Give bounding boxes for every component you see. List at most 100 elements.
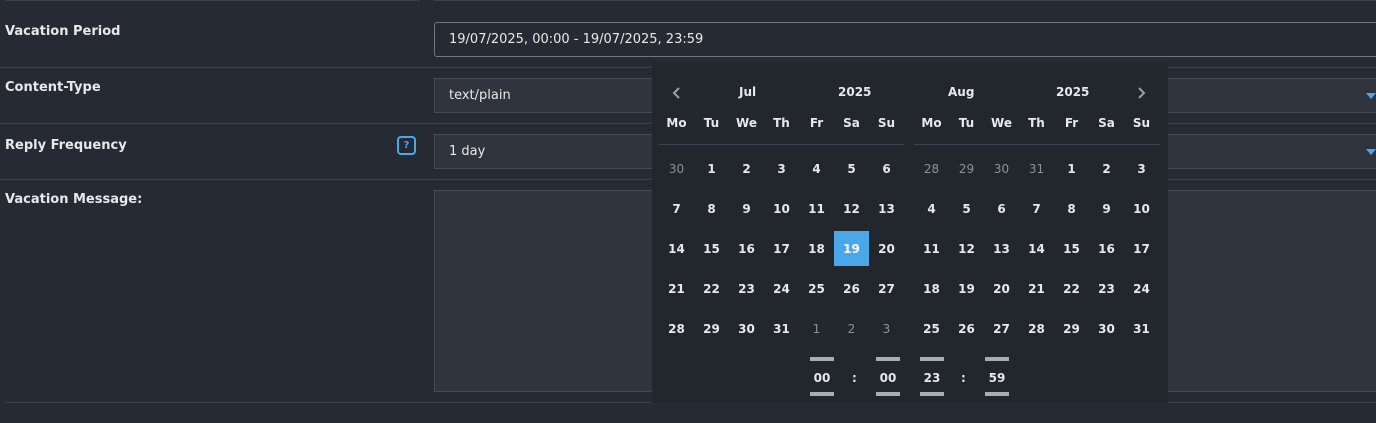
- calendar-day[interactable]: 21: [659, 271, 694, 306]
- calendar-day[interactable]: 16: [1089, 231, 1124, 266]
- calendar-day[interactable]: 29: [949, 151, 984, 186]
- calendar-day[interactable]: 11: [914, 231, 949, 266]
- decrement-handle[interactable]: [985, 392, 1009, 396]
- calendar-day[interactable]: 9: [1089, 191, 1124, 226]
- calendar-day[interactable]: 14: [659, 231, 694, 266]
- divider: [434, 0, 1376, 1]
- calendar-day[interactable]: 20: [869, 231, 904, 266]
- end-hour-spinner[interactable]: 23: [920, 357, 944, 397]
- calendar-day[interactable]: 26: [834, 271, 869, 306]
- calendar-day[interactable]: 19: [834, 231, 869, 266]
- calendar-day[interactable]: 7: [1019, 191, 1054, 226]
- year-label: 2025: [1056, 85, 1090, 99]
- calendar-day[interactable]: 28: [914, 151, 949, 186]
- calendar-day[interactable]: 5: [834, 151, 869, 186]
- calendar-day[interactable]: 19: [949, 271, 984, 306]
- increment-handle[interactable]: [985, 357, 1009, 361]
- calendar-day[interactable]: 20: [984, 271, 1019, 306]
- calendar-day[interactable]: 8: [1054, 191, 1089, 226]
- prev-month-button[interactable]: [670, 85, 684, 99]
- calendar-day[interactable]: 25: [799, 271, 834, 306]
- calendar-day[interactable]: 27: [869, 271, 904, 306]
- calendar-day[interactable]: 11: [799, 191, 834, 226]
- weekday-header: Su: [1132, 116, 1151, 130]
- calendar-day[interactable]: 9: [729, 191, 764, 226]
- calendar-day[interactable]: 17: [1124, 231, 1159, 266]
- vacation-message-label: Vacation Message:: [5, 192, 143, 207]
- calendar-day[interactable]: 13: [984, 231, 1019, 266]
- calendar-day[interactable]: 29: [1054, 311, 1089, 346]
- vacation-period-label: Vacation Period: [5, 24, 121, 39]
- calendar-day[interactable]: 2: [729, 151, 764, 186]
- weekday-header: Fr: [809, 116, 824, 130]
- start-hour-spinner[interactable]: 00: [810, 357, 834, 397]
- calendar-day[interactable]: 23: [729, 271, 764, 306]
- calendar-day[interactable]: 26: [949, 311, 984, 346]
- calendar-day[interactable]: 13: [869, 191, 904, 226]
- weekday-header: Su: [877, 116, 896, 130]
- end-minute-spinner[interactable]: 59: [985, 357, 1009, 397]
- calendar-day[interactable]: 24: [764, 271, 799, 306]
- calendar-day[interactable]: 5: [949, 191, 984, 226]
- decrement-handle[interactable]: [810, 392, 834, 396]
- calendar-day[interactable]: 25: [914, 311, 949, 346]
- calendar-day[interactable]: 30: [984, 151, 1019, 186]
- time-separator: :: [852, 371, 857, 385]
- calendar-day[interactable]: 12: [834, 191, 869, 226]
- calendar-day[interactable]: 30: [729, 311, 764, 346]
- weekday-header: Sa: [1098, 116, 1115, 130]
- calendar-day[interactable]: 7: [659, 191, 694, 226]
- decrement-handle[interactable]: [876, 392, 900, 396]
- calendar-day[interactable]: 1: [694, 151, 729, 186]
- calendar-day[interactable]: 29: [694, 311, 729, 346]
- calendar-day[interactable]: 3: [764, 151, 799, 186]
- calendar-day[interactable]: 3: [1124, 151, 1159, 186]
- calendar-day[interactable]: 22: [1054, 271, 1089, 306]
- calendar-day[interactable]: 22: [694, 271, 729, 306]
- calendar-day[interactable]: 30: [659, 151, 694, 186]
- start-minute-spinner[interactable]: 00: [876, 357, 900, 397]
- calendar-day[interactable]: 2: [1089, 151, 1124, 186]
- calendar-day[interactable]: 14: [1019, 231, 1054, 266]
- calendar-day[interactable]: 28: [1019, 311, 1054, 346]
- calendar-day[interactable]: 3: [869, 311, 904, 346]
- calendar-day[interactable]: 15: [1054, 231, 1089, 266]
- divider: [659, 144, 904, 145]
- calendar-day[interactable]: 10: [1124, 191, 1159, 226]
- calendar-day[interactable]: 16: [729, 231, 764, 266]
- calendar-day[interactable]: 17: [764, 231, 799, 266]
- calendar-day[interactable]: 4: [799, 151, 834, 186]
- calendar-day[interactable]: 2: [834, 311, 869, 346]
- calendar-day[interactable]: 31: [1124, 311, 1159, 346]
- calendar-day[interactable]: 6: [869, 151, 904, 186]
- next-month-button[interactable]: [1134, 85, 1148, 99]
- calendar-day[interactable]: 31: [764, 311, 799, 346]
- calendar-day[interactable]: 4: [914, 191, 949, 226]
- increment-handle[interactable]: [876, 357, 900, 361]
- calendar-day[interactable]: 1: [799, 311, 834, 346]
- calendar-day[interactable]: 6: [984, 191, 1019, 226]
- calendar-day[interactable]: 12: [949, 231, 984, 266]
- calendar-day[interactable]: 23: [1089, 271, 1124, 306]
- chevron-left-icon: [672, 87, 680, 99]
- calendar-day[interactable]: 18: [799, 231, 834, 266]
- calendar-day[interactable]: 18: [914, 271, 949, 306]
- increment-handle[interactable]: [810, 357, 834, 361]
- calendar-day[interactable]: 28: [659, 311, 694, 346]
- increment-handle[interactable]: [920, 357, 944, 361]
- decrement-handle[interactable]: [920, 392, 944, 396]
- calendar-day[interactable]: 1: [1054, 151, 1089, 186]
- date-range-picker: Jul 2025 Mo Tu We Th Fr Sa Su 30 1 2 3 4 5 6 7 8 9 10 11 12…: [652, 63, 1168, 403]
- vacation-period-input[interactable]: 19/07/2025, 00:00 - 19/07/2025, 23:59: [434, 22, 1376, 57]
- weekday-header: Th: [773, 116, 790, 130]
- reply-frequency-label: Reply Frequency: [5, 138, 127, 153]
- calendar-day[interactable]: 27: [984, 311, 1019, 346]
- calendar-day[interactable]: 21: [1019, 271, 1054, 306]
- calendar-day[interactable]: 30: [1089, 311, 1124, 346]
- calendar-day[interactable]: 15: [694, 231, 729, 266]
- calendar-day[interactable]: 31: [1019, 151, 1054, 186]
- help-icon[interactable]: ?: [397, 136, 416, 155]
- calendar-day[interactable]: 24: [1124, 271, 1159, 306]
- calendar-day[interactable]: 10: [764, 191, 799, 226]
- calendar-day[interactable]: 8: [694, 191, 729, 226]
